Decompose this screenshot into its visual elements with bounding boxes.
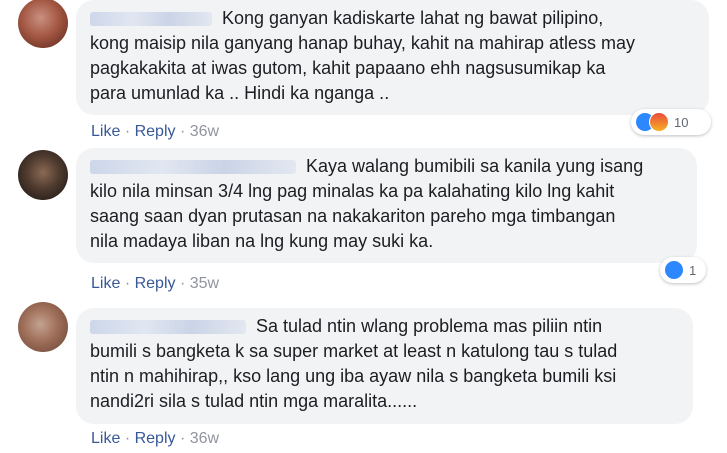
comment-line: Sa tulad ntin wlang problema mas piliin … <box>256 316 603 336</box>
timestamp[interactable]: 35w <box>190 275 219 292</box>
reaction-count: 1 <box>689 262 697 278</box>
comment-bubble: Kong ganyan kadiskarte lahat ng bawat pi… <box>76 0 709 115</box>
commenter-name[interactable] <box>90 12 212 27</box>
reaction-summary[interactable]: 1 <box>660 257 706 283</box>
like-link[interactable]: Like <box>91 430 120 447</box>
comment-line: nila madaya liban na lng kung may suki k… <box>90 231 434 251</box>
like-link[interactable]: Like <box>91 275 120 292</box>
comment-actions: Like · Reply · 36w <box>91 430 219 448</box>
avatar[interactable] <box>18 0 68 48</box>
comment-line: kong maisip nila ganyang hanap buhay, ka… <box>90 33 636 53</box>
comment-line: bumili s bangketa k sa super market at l… <box>90 341 618 361</box>
reply-link[interactable]: Reply <box>135 275 176 292</box>
comment-text: Sa tulad ntin wlang problema mas piliin … <box>90 314 679 414</box>
like-link[interactable]: Like <box>91 123 120 140</box>
reaction-count: 10 <box>674 114 689 130</box>
avatar[interactable] <box>18 150 68 200</box>
separator: · <box>124 123 131 140</box>
separator: · <box>179 275 186 292</box>
comment-line: kilo nila minsan 3/4 lng pag minalas ka … <box>90 181 615 201</box>
comment-line: para umunlad ka .. Hindi ka nganga .. <box>90 83 390 103</box>
angry-icon <box>649 112 669 132</box>
commenter-name[interactable] <box>90 160 296 175</box>
like-icon <box>664 260 684 280</box>
reply-link[interactable]: Reply <box>135 123 176 140</box>
avatar[interactable] <box>18 302 68 352</box>
comment-line: Kong ganyan kadiskarte lahat ng bawat pi… <box>222 8 604 28</box>
separator: · <box>124 430 131 447</box>
reaction-summary[interactable]: 10 <box>631 109 711 135</box>
reply-link[interactable]: Reply <box>135 430 176 447</box>
comment-line: Kaya walang bumibili sa kanila yung isan… <box>306 156 644 176</box>
comment-actions: Like · Reply · 35w <box>91 275 219 293</box>
commenter-name[interactable] <box>90 320 246 335</box>
comment-line: nandi2ri sila s tulad ntin mga maralita.… <box>90 391 418 411</box>
timestamp[interactable]: 36w <box>190 430 219 447</box>
separator: · <box>179 430 186 447</box>
comment-bubble: Kaya walang bumibili sa kanila yung isan… <box>76 148 697 263</box>
separator: · <box>124 275 131 292</box>
comment-bubble: Sa tulad ntin wlang problema mas piliin … <box>76 308 693 424</box>
comment-text: Kong ganyan kadiskarte lahat ng bawat pi… <box>90 6 695 106</box>
comment-line: saang saan dyan prutasan na nakakariton … <box>90 206 616 226</box>
comment-actions: Like · Reply · 36w <box>91 123 219 141</box>
comment-line: pagkakakita at iwas gutom, kahit papaano… <box>90 58 606 78</box>
separator: · <box>179 123 186 140</box>
comment-text: Kaya walang bumibili sa kanila yung isan… <box>90 154 683 254</box>
timestamp[interactable]: 36w <box>190 123 219 140</box>
comment-line: ntin n mahihirap,, kso lang ung iba ayaw… <box>90 366 617 386</box>
